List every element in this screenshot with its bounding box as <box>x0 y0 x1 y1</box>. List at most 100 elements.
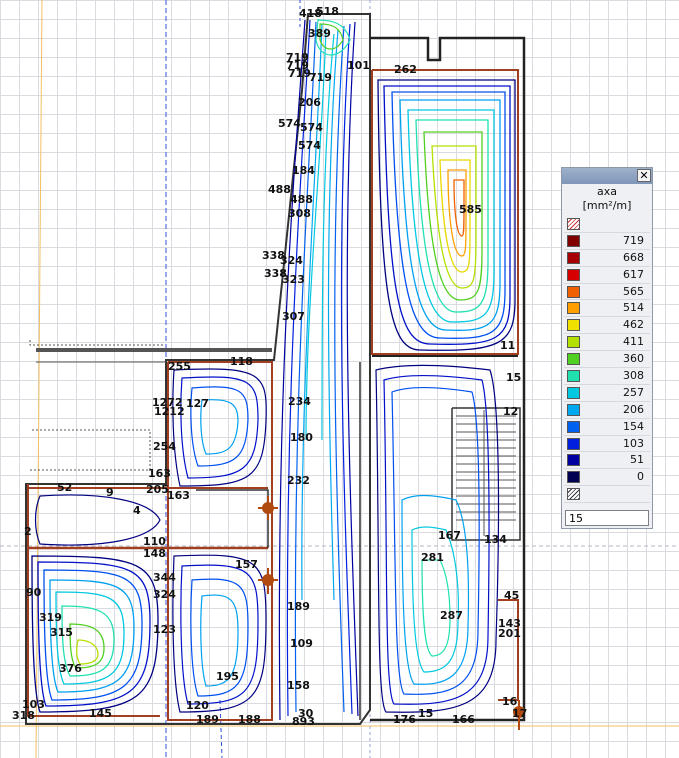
legend-level-value: 257 <box>623 385 644 399</box>
legend-level-row: 308 <box>564 368 650 385</box>
legend-color-swatch <box>567 251 580 264</box>
contour-label: 893 <box>292 715 315 728</box>
contour-label: 254 <box>153 440 176 453</box>
contour-label: 205 <box>146 483 169 496</box>
contour-label: 255 <box>168 360 191 373</box>
legend-level-value: 462 <box>623 318 644 332</box>
contour-label: 188 <box>238 713 261 726</box>
contour-label: 15 <box>418 707 434 720</box>
contour-label: 585 <box>459 203 482 216</box>
legend-level-value: 308 <box>623 369 644 383</box>
legend-color-swatch <box>567 454 580 467</box>
stair-hatch <box>456 410 516 536</box>
legend-level-row: 411 <box>564 334 650 352</box>
legend-color-swatch <box>567 471 580 484</box>
legend-level-value: 565 <box>623 284 644 298</box>
legend-level-row: 514 <box>564 300 650 318</box>
contour-label: 184 <box>292 164 315 177</box>
contour-label: 234 <box>288 395 311 408</box>
contour-label: 134 <box>484 533 507 546</box>
legend-level-row: 462 <box>564 317 650 335</box>
legend-level-value: 154 <box>623 419 644 433</box>
contour-label: 201 <box>498 627 521 640</box>
legend-level-row: 206 <box>564 402 650 419</box>
contour-label: 15 <box>506 371 522 384</box>
contour-label: 166 <box>452 713 475 726</box>
contour-label: 101 <box>347 59 370 72</box>
underflow-hatch-swatch <box>567 488 580 501</box>
contour-label: 17 <box>512 707 528 720</box>
legend-level-value: 103 <box>623 436 644 450</box>
legend-color-swatch <box>567 234 580 247</box>
contour-label: 127 <box>186 397 209 410</box>
legend-level-value: 360 <box>623 352 644 366</box>
contour-label: 324 <box>280 254 303 267</box>
contour-label: 11 <box>500 339 516 352</box>
legend-level-row: 0 <box>564 469 650 487</box>
legend-color-swatch <box>567 353 580 366</box>
contour-label: 90 <box>26 586 42 599</box>
contour-label: 308 <box>288 207 311 220</box>
contour-label: 195 <box>216 670 239 683</box>
legend-level-row: 565 <box>564 284 650 301</box>
contour-label: 189 <box>287 600 310 613</box>
legend-level-value: 514 <box>623 301 644 315</box>
legend-level-value: 617 <box>623 267 644 281</box>
contour-label: 232 <box>287 474 310 487</box>
contour-label: 518 <box>316 5 339 18</box>
contour-label: 574 <box>300 121 323 134</box>
contour-label: 262 <box>394 63 417 76</box>
contour-label: 307 <box>282 310 305 323</box>
overflow-hatch-swatch <box>567 218 580 230</box>
contour-label: 118 <box>230 355 253 368</box>
contour-label: 157 <box>235 558 258 571</box>
legend-level-row: 154 <box>564 419 650 436</box>
legend-panel[interactable]: ✕ axa [mm²/m] 719 668 617 565 514 462 411 360 30… <box>561 167 653 529</box>
contour-label: 167 <box>438 529 461 542</box>
contour-label: 1212 <box>154 405 185 418</box>
legend-titlebar[interactable]: ✕ <box>562 168 652 184</box>
legend-color-swatch <box>567 420 580 433</box>
contour-label: 488 <box>268 183 291 196</box>
legend-level-row: 668 <box>564 250 650 267</box>
contour-label: 389 <box>308 27 331 40</box>
contour-label: 574 <box>298 139 321 152</box>
legend-overflow-row <box>564 216 650 233</box>
legend-color-swatch <box>567 268 580 281</box>
step-input[interactable] <box>565 510 649 526</box>
legend-level-value: 206 <box>623 402 644 416</box>
contour-label: 148 <box>143 547 166 560</box>
contour-label: 323 <box>282 273 305 286</box>
contour-label: 287 <box>440 609 463 622</box>
contour-label: 109 <box>290 637 313 650</box>
legend-unit: [mm²/m] <box>582 199 632 212</box>
legend-color-swatch <box>567 285 580 298</box>
contour-label: 45 <box>504 589 520 602</box>
contour-label: 52 <box>57 481 73 494</box>
legend-level-row: 617 <box>564 267 650 284</box>
legend-color-swatch <box>567 336 580 349</box>
legend-color-swatch <box>567 319 580 332</box>
contour-label: 12 <box>503 405 519 418</box>
contour-label: 281 <box>421 551 444 564</box>
legend-level-value: 51 <box>630 453 644 467</box>
contour-label: 9 <box>106 486 114 499</box>
legend-level-row: 719 <box>564 233 650 250</box>
contour-label: 574 <box>278 117 301 130</box>
legend-rows: 719 668 617 565 514 462 411 360 308 257 206 154 103 5… <box>564 216 650 504</box>
close-icon[interactable]: ✕ <box>637 169 651 182</box>
legend-level-row: 51 <box>564 452 650 470</box>
legend-level-row: 103 <box>564 436 650 453</box>
contour-label: 120 <box>186 699 209 712</box>
contour-label: 315 <box>50 626 73 639</box>
legend-color-swatch <box>567 370 580 383</box>
contour-label: 318 <box>12 709 35 722</box>
contour-label: 180 <box>290 431 313 444</box>
contour-label: 206 <box>298 96 321 109</box>
legend-level-value: 0 <box>637 470 644 484</box>
contour-label: 324 <box>153 588 176 601</box>
contour-label: 189 <box>196 713 219 726</box>
legend-level-value: 668 <box>623 250 644 264</box>
contour-label: 176 <box>393 713 416 726</box>
legend-color-swatch <box>567 403 580 416</box>
